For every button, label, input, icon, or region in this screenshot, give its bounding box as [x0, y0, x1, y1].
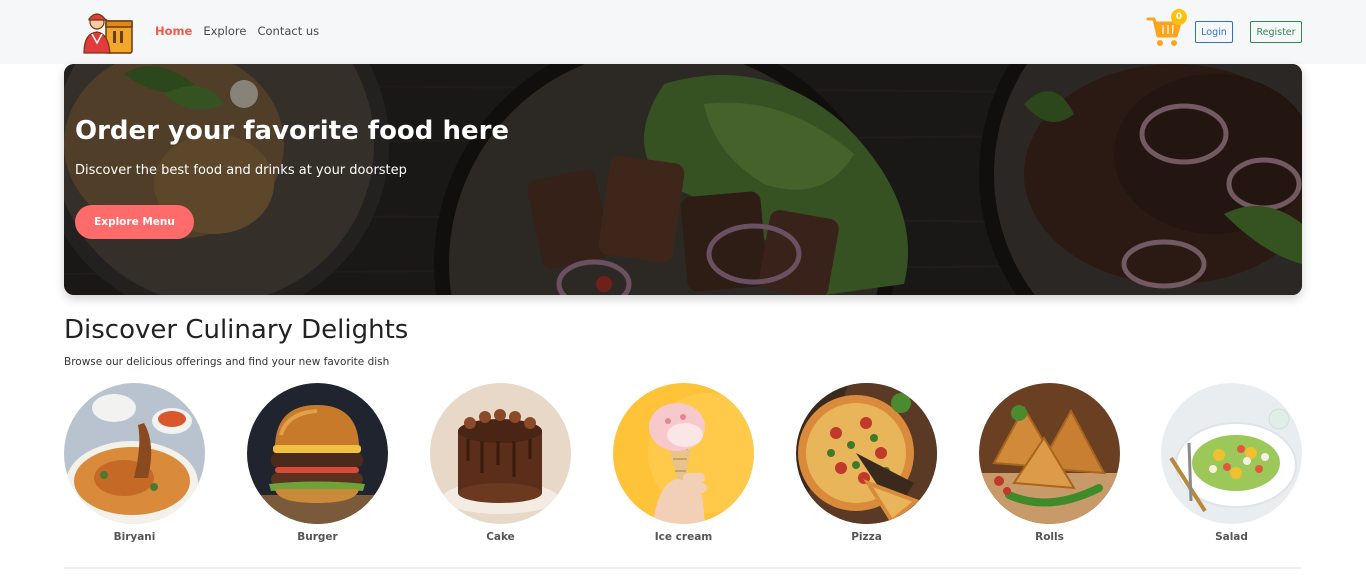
salad-image — [1161, 383, 1302, 524]
section-divider — [64, 567, 1302, 569]
category-label: Burger — [297, 531, 338, 543]
category-salad[interactable]: Salad — [1161, 383, 1302, 548]
category-list: Biryani Burger Cake Ice cream Pizza Roll… — [64, 383, 1302, 548]
hero-banner: Order your favorite food here Discover t… — [64, 64, 1302, 295]
nav-links: Home Explore Contact us — [155, 24, 319, 38]
biryani-image — [64, 383, 205, 524]
explore-menu-button[interactable]: Explore Menu — [75, 205, 194, 239]
category-label: Biryani — [113, 531, 156, 543]
burger-image — [247, 383, 388, 524]
section-title: Discover Culinary Delights — [64, 315, 409, 345]
register-button[interactable]: Register — [1250, 21, 1302, 43]
section-subtitle: Browse our delicious offerings and find … — [64, 356, 390, 368]
category-biryani[interactable]: Biryani — [64, 383, 205, 548]
nav-link-contact[interactable]: Contact us — [257, 24, 319, 38]
hero-subtitle: Discover the best food and drinks at you… — [75, 163, 407, 178]
login-button[interactable]: Login — [1195, 21, 1233, 43]
category-label: Cake — [486, 531, 515, 543]
cart-count-badge: 0 — [1171, 9, 1187, 25]
hero-food-image — [64, 64, 1302, 295]
category-cake[interactable]: Cake — [430, 383, 571, 548]
ice-cream-image — [613, 383, 754, 524]
navbar: Home Explore Contact us 0 Login Register — [0, 0, 1366, 64]
category-label: Pizza — [851, 531, 882, 543]
category-ice-cream[interactable]: Ice cream — [613, 383, 754, 548]
cake-image — [430, 383, 571, 524]
category-label: Salad — [1215, 531, 1248, 543]
category-pizza[interactable]: Pizza — [796, 383, 937, 548]
category-label: Rolls — [1035, 531, 1064, 543]
pizza-image — [796, 383, 937, 524]
hero-title: Order your favorite food here — [75, 116, 510, 146]
category-label: Ice cream — [654, 531, 713, 543]
nav-link-explore[interactable]: Explore — [203, 24, 246, 38]
delivery-person-logo[interactable] — [80, 7, 136, 57]
category-rolls[interactable]: Rolls — [979, 383, 1120, 548]
category-burger[interactable]: Burger — [247, 383, 388, 548]
nav-link-home[interactable]: Home — [155, 24, 192, 38]
rolls-image — [979, 383, 1120, 524]
